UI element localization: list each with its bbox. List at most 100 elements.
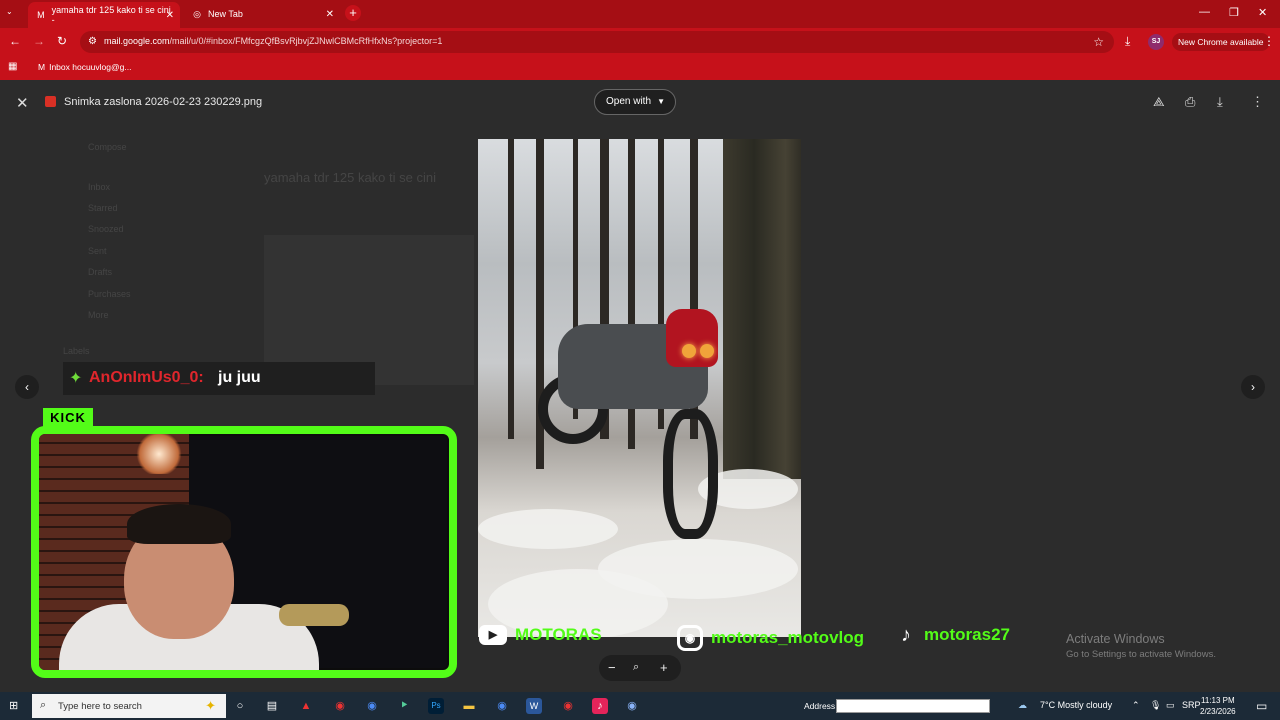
- tab-title: New Tab: [208, 9, 243, 19]
- reload-icon[interactable]: ↻: [57, 34, 67, 48]
- tab-new-tab[interactable]: ◎ New Tab ✕: [184, 3, 340, 25]
- labels-heading: Labels: [63, 346, 90, 356]
- zoom-in-icon[interactable]: +: [660, 660, 668, 675]
- add-to-drive-icon[interactable]: ⟁: [1153, 94, 1165, 110]
- windows-start-icon[interactable]: ⊞: [9, 699, 23, 713]
- file-explorer-icon[interactable]: ▬: [461, 698, 477, 714]
- kick-logo: KICK: [43, 408, 93, 427]
- motorcycle-photo: [478, 139, 801, 637]
- folder-item: Sent: [88, 246, 107, 256]
- open-with-label: Open with: [606, 96, 652, 107]
- folder-item: Purchases: [88, 289, 131, 299]
- youtube-handle: ▶ MOTORAS: [479, 625, 602, 645]
- zoom-out-icon[interactable]: −: [608, 660, 616, 675]
- photoshop-icon[interactable]: Ps: [428, 698, 444, 714]
- compose-button: Compose: [88, 142, 127, 152]
- profile-avatar[interactable]: SJ: [1148, 34, 1164, 50]
- apps-grid-icon[interactable]: ▦: [8, 61, 17, 72]
- folder-item: More: [88, 310, 109, 320]
- weather-text[interactable]: 7°C Mostly cloudy: [1040, 700, 1112, 710]
- close-tab-icon[interactable]: ✕: [326, 9, 334, 20]
- forward-icon[interactable]: →: [33, 34, 45, 48]
- address-toolbar-input[interactable]: [836, 699, 990, 713]
- download-icon[interactable]: ⤓: [1125, 34, 1130, 49]
- folder-item: Starred: [88, 203, 118, 213]
- app-icon[interactable]: ♪: [592, 698, 608, 714]
- tab-search-chevron-icon[interactable]: ⌄: [6, 7, 13, 16]
- site-info-icon[interactable]: ⚙: [88, 36, 97, 47]
- instagram-handle: ◉ motoras_motovlog: [677, 625, 864, 651]
- app-icon[interactable]: ◉: [624, 698, 640, 714]
- notification-icon[interactable]: ▭: [1256, 699, 1267, 713]
- image-viewer: Compose Inbox Starred Snoozed Sent Draft…: [0, 80, 1280, 692]
- url-text: mail.google.com/mail/u/0/#inbox/FMfcgzQf…: [104, 36, 443, 46]
- chrome-icon[interactable]: ◉: [364, 698, 380, 714]
- app-icon[interactable]: ▲: [298, 698, 314, 714]
- sparkle-icon: ✦: [69, 370, 83, 387]
- tab-strip: ⌄ M yamaha tdr 125 kako ti se cini - ✕ ◎…: [0, 0, 1280, 28]
- word-icon[interactable]: W: [526, 698, 542, 714]
- bookmark-star-icon[interactable]: ☆: [1093, 35, 1104, 49]
- search-icon: ⌕: [40, 699, 47, 711]
- weather-icon[interactable]: ☁: [1018, 700, 1027, 711]
- youtube-icon: ▶: [479, 625, 507, 645]
- language-indicator[interactable]: SRP: [1182, 700, 1201, 710]
- address-bar[interactable]: ⚙ mail.google.com/mail/u/0/#inbox/FMfcgz…: [80, 31, 1114, 53]
- folder-item: Drafts: [88, 267, 113, 277]
- system-clock[interactable]: 11:13 PM 2/23/2026: [1200, 695, 1236, 717]
- next-image-button[interactable]: ›: [1241, 375, 1265, 399]
- webcam-feed: [31, 426, 457, 678]
- app-icon[interactable]: ⯈: [396, 698, 412, 714]
- more-options-icon[interactable]: ⋮: [1251, 94, 1264, 110]
- app-icon[interactable]: ◉: [332, 698, 348, 714]
- activate-windows-watermark: Activate Windows Go to Settings to activ…: [1066, 632, 1216, 660]
- gmail-icon: M: [37, 10, 45, 20]
- chrome-icon[interactable]: ◉: [560, 698, 576, 714]
- search-placeholder: Type here to search: [58, 701, 142, 712]
- chat-text: ju juu: [218, 369, 261, 386]
- zoom-magnifier-icon[interactable]: ⌕: [633, 661, 639, 674]
- bookmarks-bar: ▦ M Inbox hocuuvlog@g...: [0, 56, 1280, 80]
- chrome-icon[interactable]: ◉: [494, 698, 510, 714]
- back-icon[interactable]: ←: [9, 34, 21, 48]
- print-icon[interactable]: ⎙: [1185, 94, 1195, 110]
- windows-taskbar: ⊞ ⌕ Type here to search ✦ ○ ▤ ▲ ◉ ◉ ⯈ Ps…: [0, 692, 1280, 720]
- tab-title: yamaha tdr 125 kako ti se cini -: [51, 5, 171, 25]
- close-viewer-icon[interactable]: ✕: [16, 94, 29, 112]
- chrome-menu-icon[interactable]: ⋮: [1263, 34, 1275, 48]
- file-name: Snimka zaslona 2026-02-23 230229.png: [64, 96, 263, 108]
- show-hidden-icons-icon[interactable]: ⌃: [1132, 700, 1140, 711]
- zoom-controls: − ⌕ +: [599, 655, 681, 681]
- browser-toolbar: ← → ↻ ⚙ mail.google.com/mail/u/0/#inbox/…: [0, 28, 1280, 56]
- tiktok-handle: ♪ motoras27: [896, 625, 1010, 645]
- bookmark-inbox[interactable]: M Inbox hocuuvlog@g...: [38, 62, 131, 72]
- address-toolbar-label: Address: [804, 701, 836, 711]
- cortana-icon[interactable]: ○: [232, 698, 248, 714]
- gmail-icon: M: [38, 62, 46, 72]
- close-window-icon[interactable]: ✕: [1258, 6, 1267, 19]
- microphone-icon[interactable]: 🎙: [1150, 700, 1161, 711]
- tiktok-icon: ♪: [901, 624, 911, 646]
- task-view-icon[interactable]: ▤: [264, 698, 280, 714]
- minimize-icon[interactable]: —: [1199, 6, 1210, 18]
- chat-username: AnOnImUs0_0:: [89, 369, 204, 386]
- instagram-icon: ◉: [677, 625, 703, 651]
- chat-message-overlay: ✦ AnOnImUs0_0: ju juu: [63, 362, 375, 395]
- network-icon[interactable]: ▭: [1166, 700, 1175, 711]
- restore-icon[interactable]: ❐: [1229, 6, 1239, 19]
- download-icon[interactable]: ⤓: [1217, 94, 1223, 110]
- tab-gmail[interactable]: M yamaha tdr 125 kako ti se cini - ✕: [28, 2, 180, 28]
- image-file-icon: [45, 96, 56, 107]
- new-chrome-available-button[interactable]: New Chrome available: [1172, 33, 1270, 51]
- globe-icon: ◎: [193, 9, 201, 19]
- search-highlight-icon: ✦: [205, 698, 216, 713]
- open-with-button[interactable]: Open with ▼: [594, 89, 676, 115]
- close-tab-icon[interactable]: ✕: [166, 10, 174, 21]
- caret-down-icon: ▼: [657, 97, 665, 106]
- folder-item: Snoozed: [88, 224, 124, 234]
- taskbar-search[interactable]: ⌕ Type here to search ✦: [32, 694, 226, 718]
- email-subject: yamaha tdr 125 kako ti se cini: [264, 170, 436, 185]
- folder-item: Inbox: [88, 182, 111, 192]
- previous-image-button[interactable]: ‹: [15, 375, 39, 399]
- new-tab-plus-icon[interactable]: +: [345, 5, 361, 21]
